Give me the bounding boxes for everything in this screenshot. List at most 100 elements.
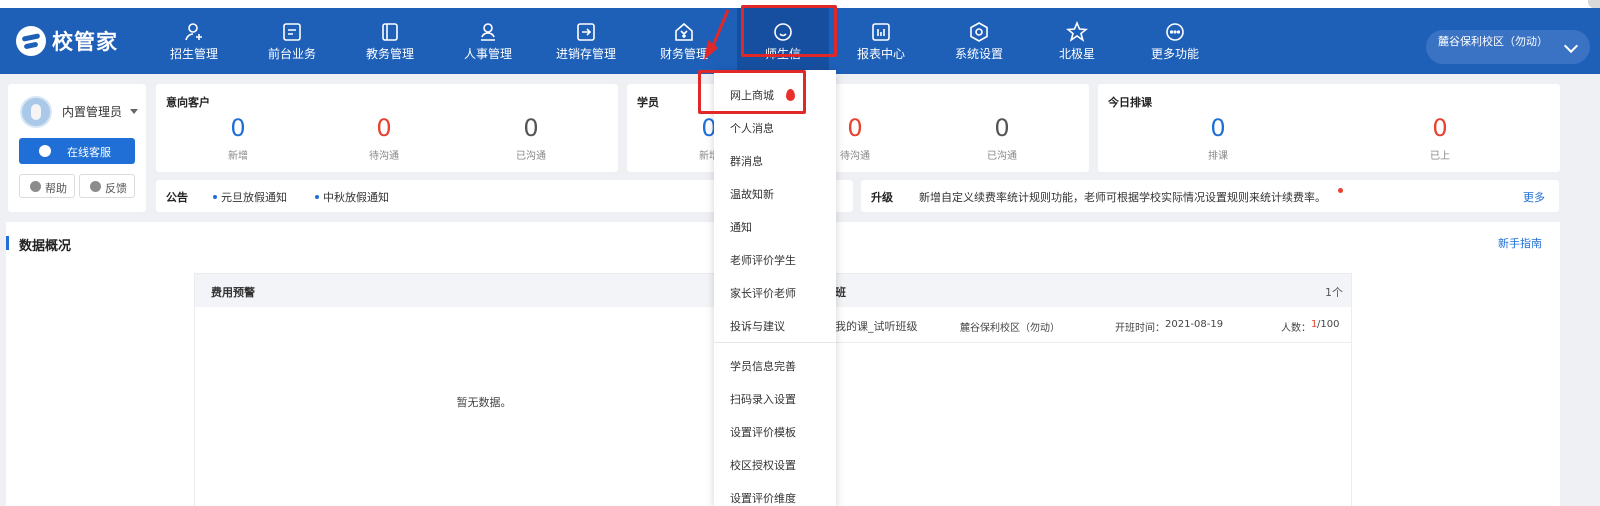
nav-front-desk[interactable]: 前台业务 xyxy=(246,8,338,74)
teacher-student-letter-dropdown: 网上商城 个人消息 群消息 温故知新 通知 老师评价学生 家长评价老师 投诉与建… xyxy=(714,70,836,506)
nav-academic[interactable]: 教务管理 xyxy=(344,8,436,74)
upgrade-label: 升级 xyxy=(871,191,893,204)
menu-item-evaluation-template[interactable]: 设置评价模板 xyxy=(714,415,836,447)
nav-label: 人事管理 xyxy=(463,47,512,61)
brand-logo[interactable]: 校管家 xyxy=(16,25,118,57)
upgrade-bar: 升级 新增自定义续费率统计规则功能，老师可根据学校实际情况设置规则来统计续费率。… xyxy=(861,180,1559,212)
class-campus: 麓谷保利校区（勿动） xyxy=(960,323,1060,334)
menu-item-group-message[interactable]: 群消息 xyxy=(714,144,836,176)
nav-inventory[interactable]: 进销存管理 xyxy=(540,8,632,74)
leads-done-count[interactable]: 0 xyxy=(491,114,571,142)
class-panel-title: 班 xyxy=(835,286,846,299)
caret-down-icon[interactable] xyxy=(130,109,138,114)
menu-item-label: 家长评价老师 xyxy=(730,287,796,300)
students-title: 学员 xyxy=(637,96,659,109)
leads-new-count[interactable]: 0 xyxy=(198,114,278,142)
help-button[interactable]: 帮助 xyxy=(19,174,75,198)
section-accent-bar xyxy=(6,236,9,250)
feedback-button[interactable]: 反馈 xyxy=(79,174,135,198)
today-scheduled-count[interactable]: 0 xyxy=(1178,114,1258,142)
today-schedule-card: 今日排课 0 排课 0 已上 xyxy=(1098,84,1560,172)
nav-label: 财务管理 xyxy=(659,47,708,61)
fee-warning-title: 费用预警 xyxy=(211,286,255,299)
menu-item-label: 群消息 xyxy=(730,155,763,168)
class-people-total: /100 xyxy=(1317,319,1340,330)
class-people-label: 人数： xyxy=(1281,323,1311,334)
today-scheduled-label: 排课 xyxy=(1208,151,1228,162)
leads-pending-count[interactable]: 0 xyxy=(344,114,424,142)
table-row[interactable]: 我的课_试听班级 麓谷保利校区（勿动） 开班时间： 2021-08-19 人数：… xyxy=(827,307,1351,343)
nav-recruitment[interactable]: 招生管理 xyxy=(148,8,240,74)
menu-item-label: 设置评价模板 xyxy=(730,426,796,439)
menu-item-label: 温故知新 xyxy=(730,188,774,201)
announcement-item[interactable]: 元旦放假通知 xyxy=(221,189,287,205)
top-navbar: 校管家 招生管理 前台业务 教务管理 人事管理 进销存管理 财务管理 师生信 报… xyxy=(0,8,1600,74)
user-card: 内置管理员 在线客服 帮助 反馈 xyxy=(8,84,146,212)
menu-item-label: 个人消息 xyxy=(730,122,774,135)
menu-item-evaluation-dimension[interactable]: 设置评价维度 xyxy=(714,481,836,506)
online-service-button[interactable]: 在线客服 xyxy=(19,138,135,164)
help-label: 帮助 xyxy=(45,182,67,195)
menu-item-scan-settings[interactable]: 扫码录入设置 xyxy=(714,382,836,414)
campus-label: 麓谷保利校区（勿动） xyxy=(1438,35,1548,48)
nav-label: 报表中心 xyxy=(856,47,905,61)
fee-warning-panel: 费用预警 暂无数据。 xyxy=(194,273,774,506)
nav-system-settings[interactable]: 系统设置 xyxy=(933,8,1025,74)
settings-icon xyxy=(968,21,990,43)
menu-item-label: 学员信息完善 xyxy=(730,360,796,373)
menu-item-campus-auth[interactable]: 校区授权设置 xyxy=(714,448,836,480)
nav-more[interactable]: 更多功能 xyxy=(1129,8,1221,74)
menu-item-notice[interactable]: 通知 xyxy=(714,210,836,242)
menu-item-student-info[interactable]: 学员信息完善 xyxy=(714,349,836,381)
menu-item-parent-evaluates-teacher[interactable]: 家长评价老师 xyxy=(714,276,836,308)
students-done-count[interactable]: 0 xyxy=(962,114,1042,142)
announcement-item[interactable]: 中秋放假通知 xyxy=(323,189,389,205)
menu-item-label: 投诉与建议 xyxy=(730,320,785,333)
chat-bubble-icon xyxy=(772,21,794,43)
person-icon xyxy=(477,21,499,43)
more-icon xyxy=(1164,21,1186,43)
question-icon xyxy=(30,181,41,192)
class-name[interactable]: 我的课_试听班级 xyxy=(835,318,918,334)
nav-finance[interactable]: 财务管理 xyxy=(638,8,730,74)
fire-icon xyxy=(786,89,795,101)
menu-item-teacher-evaluates-student[interactable]: 老师评价学生 xyxy=(714,243,836,275)
upgrade-more-link[interactable]: 更多 xyxy=(1523,189,1545,205)
inventory-icon xyxy=(575,21,597,43)
beginner-guide-link[interactable]: 新手指南 xyxy=(1498,235,1542,251)
new-badge-dot xyxy=(1338,188,1343,193)
announcement-label: 公告 xyxy=(166,191,188,204)
menu-item-label: 通知 xyxy=(730,221,752,234)
empty-state-text: 暂无数据。 xyxy=(456,396,512,409)
menu-item-complaints[interactable]: 投诉与建议 xyxy=(714,309,836,341)
today-done-label: 已上 xyxy=(1430,151,1450,162)
report-icon xyxy=(870,21,892,43)
nav-polaris[interactable]: 北极星 xyxy=(1031,8,1123,74)
class-panel-header: 班 1个 xyxy=(827,274,1351,307)
nav-label: 招生管理 xyxy=(169,47,218,61)
avatar[interactable] xyxy=(20,96,52,128)
nav-teacher-student-letter[interactable]: 师生信 xyxy=(737,8,829,74)
campus-selector[interactable]: 麓谷保利校区（勿动） xyxy=(1426,30,1590,64)
nav-label: 更多功能 xyxy=(1150,47,1199,61)
feedback-label: 反馈 xyxy=(105,182,127,195)
nav-hr[interactable]: 人事管理 xyxy=(442,8,534,74)
reception-icon xyxy=(281,21,303,43)
menu-item-online-mall[interactable]: 网上商城 xyxy=(714,78,836,110)
menu-item-label: 老师评价学生 xyxy=(730,254,796,267)
user-name[interactable]: 内置管理员 xyxy=(62,103,122,120)
today-done-count[interactable]: 0 xyxy=(1400,114,1480,142)
menu-item-review[interactable]: 温故知新 xyxy=(714,177,836,209)
class-count: 1个 xyxy=(1325,286,1343,299)
book-icon xyxy=(379,21,401,43)
leads-pending-label: 待沟通 xyxy=(369,151,399,162)
menu-divider xyxy=(714,342,836,343)
fee-warning-header: 费用预警 xyxy=(195,274,773,307)
menu-item-personal-message[interactable]: 个人消息 xyxy=(714,111,836,143)
menu-item-label: 网上商城 xyxy=(730,89,774,102)
menu-item-label: 设置评价维度 xyxy=(730,492,796,505)
brand-name: 校管家 xyxy=(52,30,118,54)
nav-reports[interactable]: 报表中心 xyxy=(835,8,927,74)
leads-done-label: 已沟通 xyxy=(516,151,546,162)
upgrade-text[interactable]: 新增自定义续费率统计规则功能，老师可根据学校实际情况设置规则来统计续费率。 xyxy=(919,189,1326,205)
